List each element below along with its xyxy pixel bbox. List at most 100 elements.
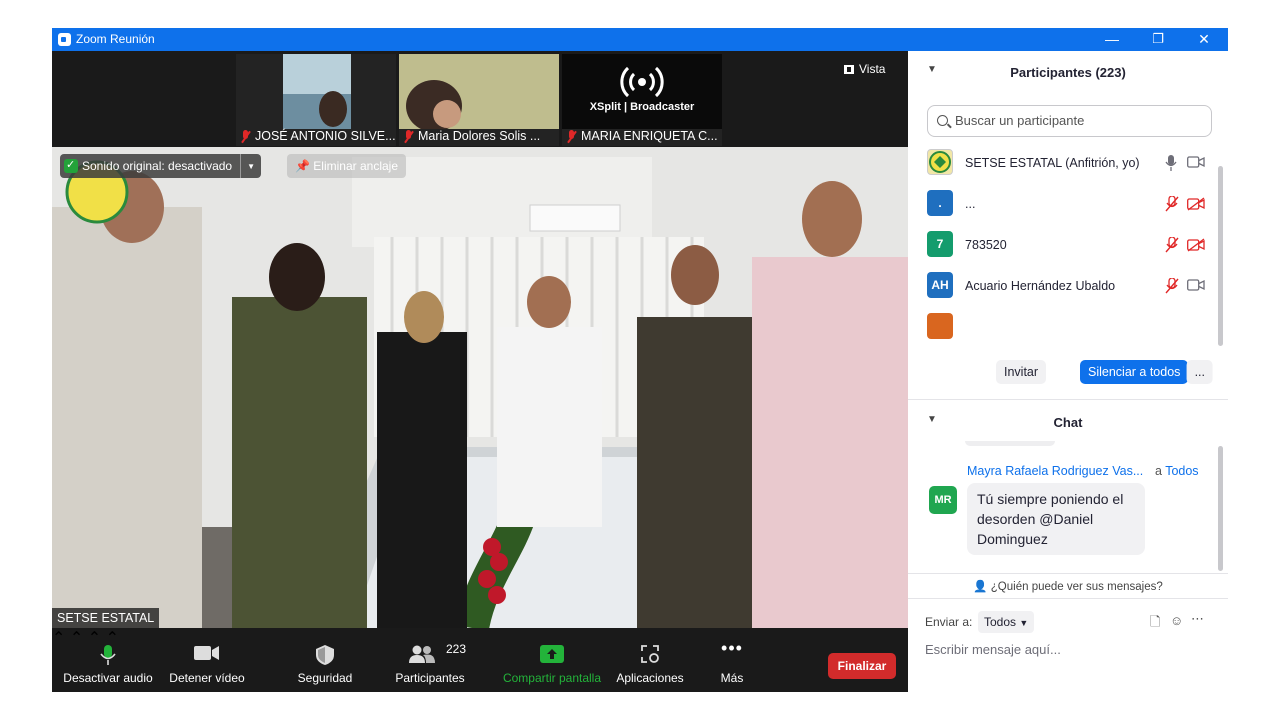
participant-name: SETSE ESTATAL (Anfitrión, yo) xyxy=(965,156,1140,170)
who-sees-label: ¿Quién puede ver sus mensajes? xyxy=(990,581,1163,593)
avatar: . xyxy=(927,190,953,216)
participants-more-button[interactable]: ... xyxy=(1186,360,1213,384)
chevron-down-icon[interactable]: ▼ xyxy=(247,162,255,171)
shield-icon xyxy=(316,645,334,665)
microphone-icon xyxy=(100,645,116,665)
zoom-app-icon xyxy=(58,33,71,46)
mic-muted-icon xyxy=(240,129,251,143)
pin-icon: 📌 xyxy=(295,159,310,173)
apps-button[interactable]: Aplicaciones xyxy=(612,628,688,692)
sound-status-label: Sonido original: desactivado xyxy=(82,159,233,173)
participants-count: 223 xyxy=(446,642,467,656)
xsplit-logo: XSplit | Broadcaster xyxy=(589,101,695,113)
chat-title: Chat xyxy=(1053,415,1083,430)
more-label: Más xyxy=(720,671,744,685)
person-lock-icon: 👤 xyxy=(973,581,988,593)
participant-row[interactable]: . ... xyxy=(908,184,1220,224)
original-sound-status[interactable]: Sonido original: desactivado ▼ xyxy=(60,154,262,178)
participant-video xyxy=(283,54,351,129)
video-area: JOSÉ ANTONIO SILVE... Maria Dolores Soli… xyxy=(52,51,952,628)
send-to-label: Enviar a: xyxy=(925,615,973,629)
recipient-prefix: a xyxy=(1155,464,1162,478)
close-button[interactable]: ✕ xyxy=(1181,28,1227,51)
restore-button[interactable]: ❐ xyxy=(1135,28,1181,51)
unpin-label: Eliminar anclaje xyxy=(313,159,398,173)
video-camera-icon[interactable] xyxy=(1187,279,1205,291)
mute-audio-label: Desactivar audio xyxy=(63,671,153,685)
unpin-button[interactable]: 📌 Eliminar anclaje xyxy=(287,154,406,178)
section-divider xyxy=(908,573,1228,574)
file-icon[interactable]: 🗋 xyxy=(1150,613,1160,635)
chat-header: ▼ Chat xyxy=(908,401,1228,441)
zoom-window: Zoom Reunión — ❐ ✕ JOSÉ ANTONIO SILVE... xyxy=(52,28,1228,692)
participant-thumbnail[interactable]: JOSÉ ANTONIO SILVE... xyxy=(236,54,396,146)
video-camera-off-icon[interactable] xyxy=(1187,197,1205,211)
more-options-icon[interactable]: ⋯ xyxy=(1191,611,1204,627)
participants-header: ▼ Participantes (223) xyxy=(908,51,1228,91)
view-button-label: Vista xyxy=(859,62,886,76)
chat-messages: Mayra Rafaela Rodriguez Vas... a Todos M… xyxy=(908,441,1228,581)
participant-search-input[interactable]: Buscar un participante xyxy=(927,105,1212,137)
security-button[interactable]: Seguridad xyxy=(284,628,366,692)
share-screen-button[interactable]: Compartir pantalla xyxy=(498,628,606,692)
participants-scrollbar[interactable] xyxy=(1218,166,1223,346)
video-camera-icon[interactable] xyxy=(1187,156,1205,168)
who-can-see-messages-link[interactable]: 👤 ¿Quién puede ver sus mensajes? xyxy=(908,579,1228,593)
participant-video xyxy=(399,54,559,132)
microphone-muted-icon[interactable] xyxy=(1165,196,1179,212)
shield-check-icon xyxy=(64,158,78,173)
thumbnail-name: MARIA ENRIQUETA C... xyxy=(581,129,718,143)
sender-avatar: MR xyxy=(929,486,957,514)
participant-list: SETSE ESTATAL (Anfitrión, yo) . ... 7 78… xyxy=(908,143,1220,365)
participant-thumbnail[interactable]: XSplit | Broadcaster MARIA ENRIQUETA C..… xyxy=(562,54,722,146)
video-camera-off-icon[interactable] xyxy=(1187,238,1205,252)
chat-scrollbar[interactable] xyxy=(1218,446,1223,571)
microphone-muted-icon[interactable] xyxy=(1165,278,1179,294)
participant-video-image xyxy=(283,54,351,129)
recipient-name: Todos xyxy=(1165,464,1199,478)
view-button[interactable]: Vista xyxy=(844,62,885,76)
thumbnail-name: JOSÉ ANTONIO SILVE... xyxy=(255,129,396,143)
side-panel: ▼ Participantes (223) Buscar un particip… xyxy=(908,51,1228,692)
participant-row[interactable]: SETSE ESTATAL (Anfitrión, yo) xyxy=(908,143,1220,183)
mute-all-button[interactable]: Silenciar a todos xyxy=(1080,360,1189,384)
emoji-icon[interactable]: ☺ xyxy=(1170,613,1183,628)
participant-video: XSplit | Broadcaster xyxy=(562,54,722,129)
send-to-value: Todos xyxy=(984,615,1017,629)
avatar xyxy=(927,313,953,339)
send-to-select[interactable]: Todos ▼ xyxy=(978,611,1035,633)
participant-name: ... xyxy=(965,197,976,211)
video-camera-icon xyxy=(194,646,219,660)
message-recipient: a Todos xyxy=(1155,464,1199,478)
participant-name: Acuario Hernández Ubaldo xyxy=(965,279,1116,293)
avatar: 7 xyxy=(927,231,953,257)
message-sender[interactable]: Mayra Rafaela Rodriguez Vas... xyxy=(967,464,1143,478)
participant-row-partial[interactable] xyxy=(908,307,1220,347)
message-bubble: Tú siempre poniendo el desorden @Daniel … xyxy=(967,483,1145,555)
invite-button[interactable]: Invitar xyxy=(996,360,1047,384)
participants-title: Participantes (223) xyxy=(1010,65,1126,80)
mute-audio-button[interactable]: Desactivar audio xyxy=(60,628,156,692)
participant-row[interactable]: 7 783520 xyxy=(908,225,1220,265)
minimize-button[interactable]: — xyxy=(1089,28,1135,51)
microphone-icon[interactable] xyxy=(1165,155,1177,171)
chat-message-input[interactable]: Escribir mensaje aquí... xyxy=(925,642,1061,657)
participant-name: 783520 xyxy=(965,238,1007,252)
thumbnail-label: MARIA ENRIQUETA C... xyxy=(566,129,718,143)
speaker-name-tag: SETSE ESTATAL xyxy=(52,608,160,628)
organization-logo-icon xyxy=(929,151,951,173)
more-button[interactable]: ••• Más xyxy=(708,628,756,692)
security-label: Seguridad xyxy=(297,671,353,685)
thumbnail-label: Maria Dolores Solis ... xyxy=(403,129,540,143)
window-title: Zoom Reunión xyxy=(76,32,155,46)
participant-row[interactable]: AH Acuario Hernández Ubaldo xyxy=(908,266,1220,306)
microphone-muted-icon[interactable] xyxy=(1165,237,1179,253)
participants-icon xyxy=(409,645,435,663)
mic-muted-icon xyxy=(566,129,577,143)
thumbnail-name: Maria Dolores Solis ... xyxy=(418,129,541,143)
participants-button[interactable]: 223 Participantes xyxy=(392,628,468,692)
stop-video-button[interactable]: Detener vídeo xyxy=(164,628,250,692)
participant-thumbnail[interactable]: Maria Dolores Solis ... xyxy=(399,54,559,146)
end-meeting-button[interactable]: Finalizar xyxy=(828,653,896,679)
mic-muted-icon xyxy=(403,129,414,143)
